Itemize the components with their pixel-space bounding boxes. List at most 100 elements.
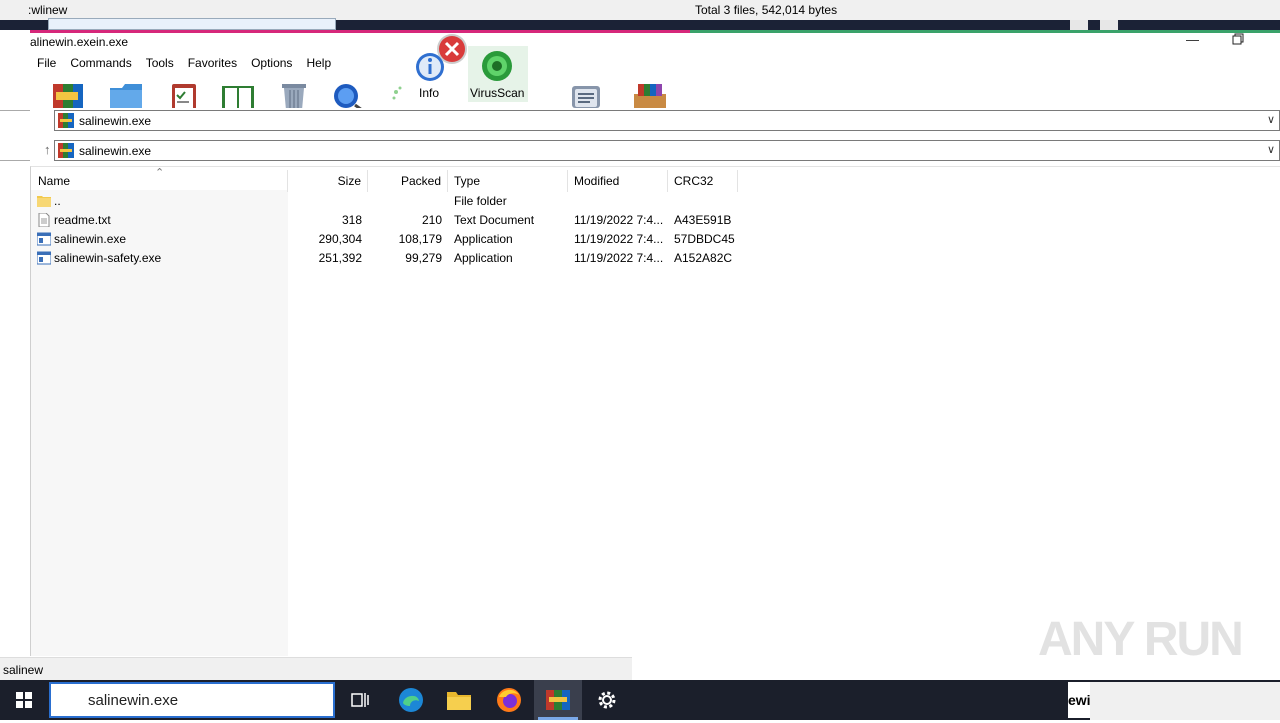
menu-bar: File Commands Tools Favorites Options He… (30, 54, 338, 72)
watermark-logo: ANY RUN (1038, 613, 1244, 666)
toolbar (40, 72, 1280, 108)
chevron-down-icon[interactable]: ∨ (1267, 113, 1275, 126)
file-type: Application (454, 251, 513, 265)
file-type: File folder (454, 194, 507, 208)
file-packed: 108,179 (398, 232, 442, 246)
file-modified: 11/19/2022 7:4... (574, 232, 664, 246)
menu-commands[interactable]: Commands (63, 54, 138, 72)
rar-archive-icon (58, 113, 74, 128)
folder-icon (37, 196, 51, 207)
column-header-label: Name (38, 174, 71, 188)
folder-icon (447, 692, 471, 710)
menu-tools[interactable]: Tools (139, 54, 181, 72)
table-row-parent-folder[interactable]: .. File folder (31, 192, 741, 211)
file-type: Text Document (454, 213, 535, 227)
glitch-pink-line (30, 30, 690, 33)
column-header-label: CRC32 (674, 174, 714, 188)
start-button[interactable] (0, 680, 48, 720)
divider (0, 110, 30, 111)
test-icon[interactable] (166, 78, 202, 108)
file-explorer-button[interactable] (435, 680, 483, 720)
menu-favorites[interactable]: Favorites (181, 54, 244, 72)
file-crc32: A152A82C (674, 251, 733, 265)
tray-ghost-text: ewi (1068, 682, 1091, 718)
gear-icon (598, 691, 616, 709)
edge-button[interactable] (387, 680, 435, 720)
firefox-icon (497, 688, 521, 712)
file-type: Application (454, 232, 513, 246)
file-packed: 210 (421, 213, 442, 227)
tray-ghost-area (1090, 682, 1280, 720)
file-crc32: 57DBDC45 (674, 232, 735, 246)
comment-icon[interactable] (568, 78, 604, 108)
column-header-packed[interactable]: Packed (368, 170, 448, 192)
file-crc32: A43E591B (674, 213, 732, 227)
delete-icon[interactable] (276, 78, 312, 108)
column-header-label: Size (337, 174, 361, 188)
file-size: 318 (341, 213, 362, 227)
ghost-tray-square (1070, 20, 1088, 30)
column-header-crc32[interactable]: CRC32 (668, 170, 738, 192)
column-header-label: Modified (574, 174, 620, 188)
minimize-button[interactable]: — (1186, 32, 1202, 47)
column-header-label: Type (454, 174, 481, 188)
file-size: 251,392 (318, 251, 362, 265)
address-combo[interactable]: salinewin.exe ∨ (54, 140, 1280, 161)
exe-file-icon (37, 232, 51, 246)
window-title: alinewin.exein.exe (30, 35, 129, 49)
text-file-icon (38, 213, 50, 227)
address-path-text: salinewin.exe (79, 144, 152, 158)
settings-button[interactable] (583, 680, 631, 720)
add-archive-icon[interactable] (50, 78, 86, 108)
sfx-icon[interactable] (630, 78, 666, 108)
address-path-text: salinewin.exe (79, 114, 152, 128)
restore-button[interactable] (1232, 33, 1246, 47)
firefox-button[interactable] (485, 680, 533, 720)
column-header-size[interactable]: Size (288, 170, 368, 192)
virusscan-label: VirusScan (470, 86, 525, 100)
table-row[interactable]: salinewin.exe 290,304 108,179 Applicatio… (31, 230, 741, 249)
file-modified: 11/19/2022 7:4... (574, 213, 664, 227)
taskbar-search-input[interactable]: salinewin.exe (88, 692, 178, 709)
column-header-modified[interactable]: Modified (568, 170, 668, 192)
task-view-button[interactable] (336, 680, 384, 720)
ghost-search-box (48, 18, 336, 30)
menu-file[interactable]: File (30, 54, 63, 72)
virus-bug-icon (482, 51, 512, 81)
up-folder-icon[interactable]: ↑ (44, 142, 51, 157)
ghost-total-files-text: Total 3 files, 542,014 bytes (695, 3, 838, 17)
file-name: .. (54, 194, 61, 208)
file-name: salinewin-safety.exe (54, 251, 162, 265)
task-view-icon (351, 693, 369, 707)
file-packed: 99,279 (405, 251, 442, 265)
column-header-name[interactable]: Name ⌃ (31, 167, 288, 192)
ghost-strip-text: :wlinew (28, 3, 68, 17)
windows-logo-icon (16, 692, 32, 708)
column-header-label: Packed (400, 174, 441, 188)
error-close-icon (432, 32, 472, 66)
table-row[interactable]: salinewin-safety.exe 251,392 99,279 Appl… (31, 249, 741, 268)
find-icon[interactable] (330, 78, 366, 108)
edge-browser-icon (399, 688, 423, 712)
column-header-type[interactable]: Type (448, 170, 568, 192)
sort-ascending-icon: ⌃ (155, 167, 165, 179)
extract-to-icon[interactable] (108, 78, 144, 108)
chevron-down-icon[interactable]: ∨ (1267, 143, 1275, 156)
ghost-status-strip (0, 0, 1280, 20)
virusscan-button[interactable]: VirusScan (468, 46, 528, 102)
ghost-tray-square (1100, 20, 1118, 30)
winrar-taskbar-button[interactable] (534, 680, 582, 720)
status-bar (0, 657, 632, 680)
view-icon[interactable] (220, 78, 256, 108)
menu-help[interactable]: Help (299, 54, 338, 72)
exe-file-icon (37, 251, 51, 265)
file-modified: 11/19/2022 7:4... (574, 251, 664, 265)
status-text: salinew (3, 663, 44, 677)
menu-options[interactable]: Options (244, 54, 299, 72)
table-row[interactable]: readme.txt 318 210 Text Document 11/19/2… (31, 211, 741, 230)
rar-archive-icon (58, 143, 74, 158)
divider (0, 160, 30, 161)
winrar-icon (546, 690, 570, 710)
address-combo-top[interactable]: salinewin.exe ∨ (54, 110, 1280, 131)
info-label: Info (419, 86, 440, 100)
